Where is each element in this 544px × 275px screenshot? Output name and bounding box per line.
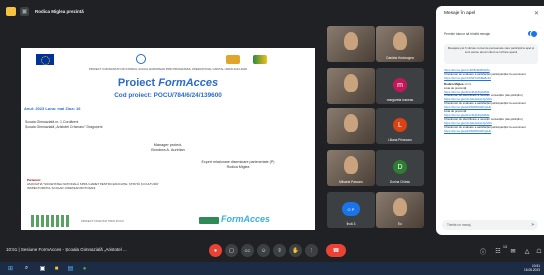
participant-name: margareta iosneac: [386, 98, 414, 102]
info-icon[interactable]: ⓘ: [478, 246, 488, 256]
allow-messages-label: Permite tuturor să trimită mesaje: [444, 32, 491, 36]
footer-brand: FormAcces: [221, 214, 271, 224]
activities-icon[interactable]: △: [522, 246, 532, 256]
participant-tile[interactable]: Daniela Hodorogea: [376, 26, 424, 62]
end-call-button[interactable]: ☎: [326, 244, 346, 257]
allow-messages-row: Permite tuturor să trimită mesaje: [444, 30, 538, 38]
footer-badge-icon: [199, 217, 219, 224]
start-icon[interactable]: ⊞: [6, 264, 15, 273]
participant-name: Liliana Prisecaru: [388, 138, 412, 142]
meeting-title: 10:51 | Sesiune FormAcces - Școala Gimna…: [6, 247, 127, 252]
captions-icon[interactable]: CC: [241, 244, 254, 257]
partners-block: Parteneri: ASOCIAȚIA "SOCIETATEA NAȚIONA…: [27, 178, 159, 191]
school-1: Școala Gimnazială nr. 1 Cordăreni: [25, 120, 79, 124]
picture-in-picture-icon[interactable]: ▣: [20, 6, 29, 16]
footer-note: PROIECT FINANȚAT PRIN POCU: [81, 219, 124, 223]
presenting-icon: [6, 6, 16, 16]
chat-input-placeholder: Trimite un mesaj: [447, 223, 471, 227]
chat-link[interactable]: https://forms.gle/xXXtW7m8d9a8c4d: [444, 76, 538, 81]
participant-name: Mihaela Pascaru: [339, 180, 363, 184]
slide-footer: PROIECT FINANȚAT PRIN POCU FormAcces: [21, 214, 315, 230]
logo-row: [21, 54, 315, 65]
participant-tile[interactable]: m margareta iosneac: [376, 68, 424, 104]
footer-logo-icon: [31, 215, 71, 227]
send-icon[interactable]: ➤: [531, 222, 535, 228]
windows-taskbar: ⊞ ⌕ ▣ ■ ▤ ● 10:51 16.05.2023: [0, 262, 544, 275]
present-icon[interactable]: ⇧: [273, 244, 286, 257]
participant-tile[interactable]: Eu: [376, 192, 424, 228]
participant-tile[interactable]: [327, 26, 375, 62]
eu-flag-icon: [36, 54, 54, 65]
camera-icon[interactable]: ▢: [225, 244, 238, 257]
participant-avatar: D: [393, 160, 407, 174]
participant-avatar: L: [393, 118, 407, 132]
participant-video: [393, 198, 407, 216]
chat-header: Mesaje în apel: [444, 11, 476, 16]
participant-tile[interactable]: Mihaela Pascaru: [327, 150, 375, 186]
participant-name: Daniela Hodorogea: [386, 56, 414, 60]
participant-video: [393, 32, 407, 50]
host-controls-icon[interactable]: ☖: [534, 246, 544, 256]
chat-input[interactable]: Trimite un mesaj ➤: [442, 220, 538, 230]
participant-video: [344, 74, 358, 92]
task-view-icon[interactable]: ▣: [38, 264, 47, 273]
participant-video: [344, 32, 358, 50]
raise-hand-icon[interactable]: ✋: [289, 244, 302, 257]
slide-date: Anul: 2023 Luna: mai Ziua: 16: [24, 106, 81, 111]
participant-video: [344, 156, 358, 174]
participant-tile[interactable]: L Liliana Prisecaru: [376, 108, 424, 144]
chat-notice: Mesajele pot fi văzute numai de persoane…: [444, 44, 538, 64]
project-code: Cod proiect: POCU/784/6/24/139600: [114, 92, 222, 99]
search-icon[interactable]: ⌕: [22, 264, 31, 273]
program-strip: PROIECT COFINANȚAT DIN FONDUL SOCIAL EUR…: [89, 67, 247, 71]
participant-avatar: m: [393, 78, 407, 92]
system-clock[interactable]: 10:51 16.05.2023: [524, 264, 540, 273]
manager-block: Manager proiect, Bondrea A. Aurelian: [151, 143, 185, 152]
project-title: Proiect FormAcces: [117, 77, 219, 89]
school-2: Școala Gimnazială „Aristotel Crîsmaru” D…: [25, 125, 103, 129]
government-logo-icon: [136, 54, 146, 64]
participant-name: Dorina Chitoiu: [389, 180, 411, 184]
participant-tile[interactable]: [327, 108, 375, 144]
pocu-logo-icon: [253, 55, 267, 64]
mic-off-icon[interactable]: ●: [209, 244, 222, 257]
presenter-label: Rodica Miglea prezintă: [35, 8, 84, 14]
reactions-icon[interactable]: ☺: [257, 244, 270, 257]
expert-block: Expert relaționare diseminare parteneria…: [201, 160, 275, 169]
presentation-topbar: ▣ Rodica Miglea prezintă: [0, 0, 436, 22]
participant-avatar: O P: [342, 202, 360, 216]
chat-panel: Mesaje în apel ✕ Permite tuturor să trim…: [436, 6, 544, 235]
chat-icon[interactable]: ✉: [508, 246, 518, 256]
mail-icon[interactable]: ▤: [66, 264, 75, 273]
chat-messages: https://forms.gle/xxxRX8x9b9h6e5q Chestio…: [444, 68, 538, 134]
participant-name: Eu: [398, 222, 402, 226]
instrumente-structurale-logo-icon: [226, 55, 240, 64]
participant-tile[interactable]: D Dorina Chitoiu: [376, 150, 424, 186]
shared-slide: PROIECT COFINANȚAT DIN FONDUL SOCIAL EUR…: [21, 48, 315, 230]
allow-messages-toggle[interactable]: [528, 30, 538, 38]
chrome-icon[interactable]: ●: [80, 264, 89, 273]
participant-tile[interactable]: O P Încă 3: [327, 192, 375, 228]
participant-name: Încă 3: [346, 222, 356, 226]
clock-date: 16.05.2023: [524, 268, 540, 273]
meeting-controls: 10:51 | Sesiune FormAcces - Școala Gimna…: [0, 240, 544, 262]
chat-link[interactable]: https://forms.gle/wNz8x8Xb3sPq1Hb: [444, 129, 538, 134]
close-icon[interactable]: ✕: [534, 10, 539, 17]
participant-video: [344, 114, 358, 132]
more-options-icon[interactable]: ⋮: [305, 244, 318, 257]
participant-tile[interactable]: [327, 68, 375, 104]
file-explorer-icon[interactable]: ■: [52, 264, 61, 273]
